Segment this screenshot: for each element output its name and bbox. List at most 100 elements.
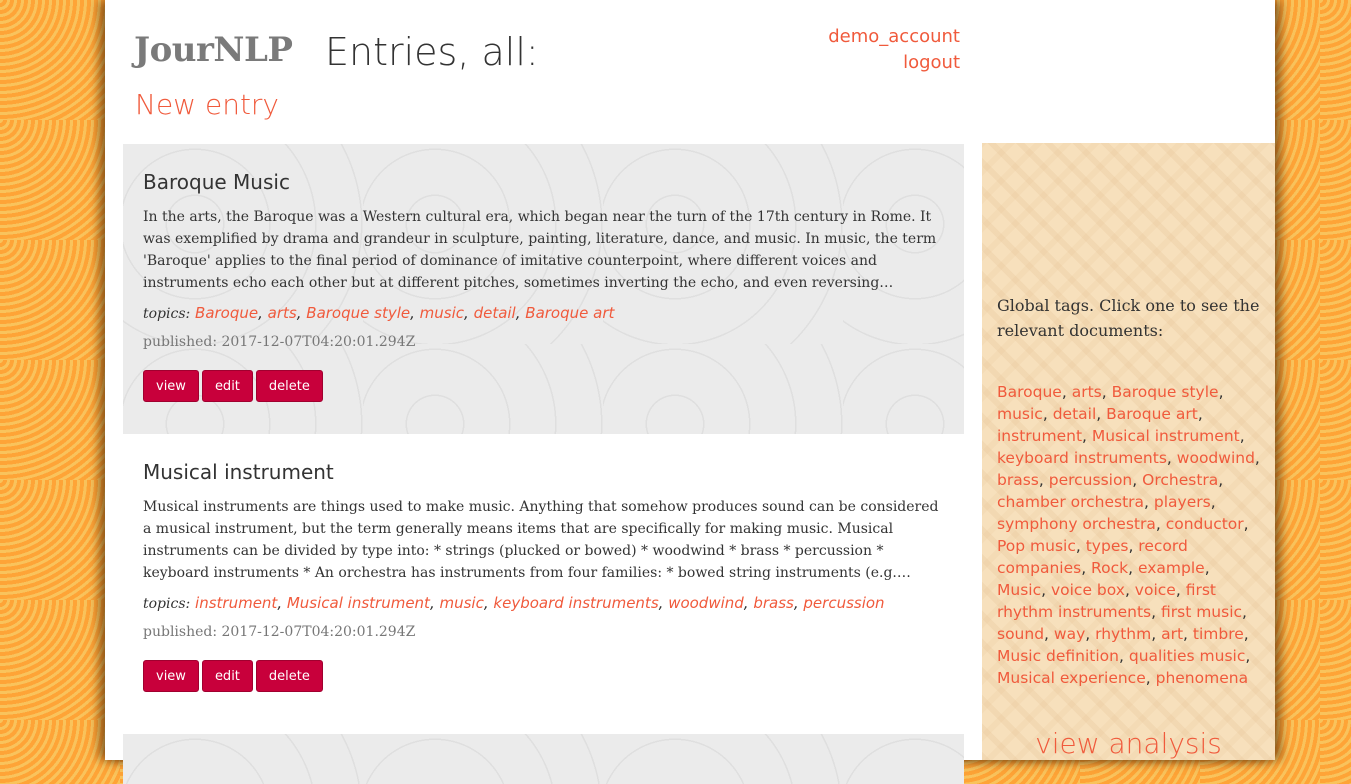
global-tag-link[interactable]: instrument <box>997 427 1082 445</box>
published-date: published: 2017-12-07T04:20:01.294Z <box>143 624 416 640</box>
new-entry-link[interactable]: New entry <box>135 88 279 121</box>
global-tag-link[interactable]: Baroque style <box>1112 383 1219 401</box>
global-tag-link[interactable]: symphony orchestra <box>997 515 1156 533</box>
topic-link[interactable]: Baroque style <box>306 304 410 322</box>
separator: , <box>1144 493 1154 511</box>
topic-link[interactable]: percussion <box>803 594 884 612</box>
separator: , <box>1175 581 1186 599</box>
global-tag-link[interactable]: detail <box>1053 405 1097 423</box>
topic-link[interactable]: Musical instrument <box>287 594 430 612</box>
separator: , <box>1041 581 1051 599</box>
separator: , <box>1204 559 1210 577</box>
global-tag-link[interactable]: qualities music <box>1129 647 1246 665</box>
global-tag-link[interactable]: Music definition <box>997 647 1119 665</box>
global-tag-link[interactable]: voice <box>1135 581 1176 599</box>
global-tag-link[interactable]: art <box>1161 625 1183 643</box>
topic-link[interactable]: instrument <box>195 594 277 612</box>
entry-actions: view edit delete <box>143 370 944 402</box>
global-tag-link[interactable]: conductor <box>1166 515 1244 533</box>
topic-link[interactable]: arts <box>268 304 297 322</box>
separator: , <box>464 304 474 322</box>
separator: , <box>515 304 526 322</box>
separator: , <box>410 304 420 322</box>
separator: , <box>1197 405 1203 423</box>
separator: , <box>1218 471 1224 489</box>
topic-link[interactable]: detail <box>474 304 516 322</box>
separator: , <box>1085 625 1096 643</box>
username-link[interactable]: demo_account <box>828 24 960 50</box>
topic-link[interactable]: woodwind <box>668 594 744 612</box>
separator: , <box>1081 559 1092 577</box>
edit-button[interactable]: edit <box>201 370 253 402</box>
page-container: JourNLP Entries, all: New entry demo_acc… <box>105 0 1275 784</box>
global-tag-link[interactable]: example <box>1138 559 1205 577</box>
global-tag-link[interactable]: timbre <box>1193 625 1244 643</box>
global-tag-link[interactable]: keyboard instruments <box>997 449 1167 467</box>
separator: , <box>1245 647 1251 665</box>
topic-link[interactable]: brass <box>753 594 794 612</box>
global-tag-link[interactable]: woodwind <box>1177 449 1255 467</box>
logout-link[interactable]: logout <box>828 50 960 76</box>
global-tag-link[interactable]: Music <box>997 581 1041 599</box>
global-tag-link[interactable]: players <box>1154 493 1211 511</box>
delete-button[interactable]: delete <box>255 660 323 692</box>
entry-body: In the arts, the Baroque was a Western c… <box>143 209 937 291</box>
page-title: Entries, all: <box>325 30 539 74</box>
global-tag-link[interactable]: Musical experience <box>997 669 1146 687</box>
global-tag-link[interactable]: Baroque art <box>1106 405 1198 423</box>
topic-link[interactable]: keyboard instruments <box>493 594 658 612</box>
separator: , <box>1044 625 1054 643</box>
topic-link[interactable]: music <box>420 304 464 322</box>
topic-link[interactable]: Baroque art <box>525 304 614 322</box>
global-tag-link[interactable]: percussion <box>1049 471 1133 489</box>
separator: , <box>1239 427 1245 445</box>
global-tag-link[interactable]: Musical instrument <box>1092 427 1240 445</box>
entry-topics: topics: instrument, Musical instrument, … <box>143 594 944 612</box>
global-tag-link[interactable]: Orchestra <box>1142 471 1218 489</box>
app-logo[interactable]: JourNLP <box>134 30 293 70</box>
separator: , <box>1096 405 1107 423</box>
view-button[interactable]: view <box>143 370 199 402</box>
separator: , <box>1242 603 1247 621</box>
global-tag-link[interactable]: brass <box>997 471 1039 489</box>
view-button[interactable]: view <box>143 660 199 692</box>
global-tag-link[interactable]: Rock <box>1091 559 1128 577</box>
global-tag-link[interactable]: first music <box>1161 603 1242 621</box>
separator: , <box>1075 537 1086 555</box>
global-tag-link[interactable]: way <box>1054 625 1085 643</box>
global-tag-link[interactable]: sound <box>997 625 1044 643</box>
separator: , <box>483 594 494 612</box>
global-tag-link[interactable]: Pop music <box>997 537 1076 555</box>
global-tag-link[interactable]: types <box>1086 537 1129 555</box>
topic-link[interactable]: music <box>440 594 484 612</box>
global-tag-link[interactable]: Baroque <box>997 383 1062 401</box>
global-tag-link[interactable]: chamber orchestra <box>997 493 1144 511</box>
separator: , <box>1132 471 1143 489</box>
entry-actions: view edit delete <box>143 660 944 692</box>
global-tags-sidebar: Global tags. Click one to see the releva… <box>982 143 1275 760</box>
topic-list: instrument, Musical instrument, music, k… <box>195 594 885 612</box>
separator: , <box>429 594 440 612</box>
separator: , <box>1210 493 1216 511</box>
entry-body: Musical instruments are things used to m… <box>143 499 939 581</box>
separator: , <box>1166 449 1177 467</box>
separator: , <box>793 594 804 612</box>
entry-card-partial <box>123 734 964 784</box>
topic-link[interactable]: Baroque <box>195 304 258 322</box>
global-tag-link[interactable]: voice box <box>1051 581 1125 599</box>
separator: , <box>1243 625 1249 643</box>
global-tag-link[interactable]: phenomena <box>1156 669 1248 687</box>
entry-topics: topics: Baroque, arts, Baroque style, mu… <box>143 304 944 322</box>
global-tag-link[interactable]: rhythm <box>1095 625 1151 643</box>
global-tag-link[interactable]: arts <box>1072 383 1102 401</box>
separator: , <box>1183 625 1193 643</box>
separator: , <box>658 594 669 612</box>
delete-button[interactable]: delete <box>255 370 323 402</box>
entry-title[interactable]: Baroque Music <box>143 170 944 194</box>
edit-button[interactable]: edit <box>201 660 253 692</box>
entry-title[interactable]: Musical instrument <box>143 460 944 484</box>
global-tag-link[interactable]: music <box>997 405 1043 423</box>
view-analysis-link[interactable]: view analysis <box>982 727 1275 760</box>
separator: , <box>1101 383 1112 401</box>
entries-list: Baroque Music In the arts, the Baroque w… <box>123 144 964 784</box>
